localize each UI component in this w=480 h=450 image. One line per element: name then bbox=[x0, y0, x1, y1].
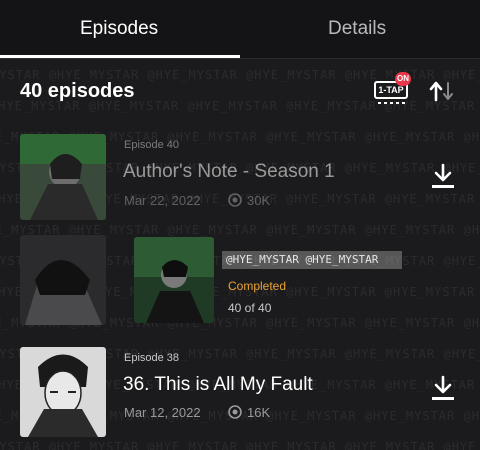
watermark-overlay: @HYE_MYSTAR @HYE_MYSTAR bbox=[222, 251, 402, 269]
episode-date: Mar 22, 2022 bbox=[124, 193, 201, 208]
one-tap-dots bbox=[378, 102, 408, 104]
tab-details[interactable]: Details bbox=[328, 18, 386, 40]
views-icon bbox=[228, 193, 242, 207]
episode-thumbnail bbox=[20, 347, 106, 437]
episode-number: Episode 40 bbox=[124, 139, 180, 151]
episode-title: Author's Note - Season 1 bbox=[123, 161, 335, 182]
episode-count: 40 episodes bbox=[20, 80, 135, 102]
watermark-text: @HYE_MYSTAR @HYE_MYSTAR @HYE_MYSTAR @HYE… bbox=[0, 440, 480, 450]
episode-thumbnail bbox=[20, 134, 106, 220]
episode-views: 30K bbox=[247, 193, 271, 208]
divider bbox=[0, 58, 480, 59]
episode-progress: 40 of 40 bbox=[228, 301, 272, 315]
tab-bar: Episodes Details bbox=[0, 0, 480, 58]
download-icon[interactable] bbox=[430, 162, 456, 190]
episode-title: 36. This is All My Fault bbox=[123, 374, 313, 395]
cover-art bbox=[134, 237, 214, 323]
on-badge: ON bbox=[395, 72, 411, 86]
episode-views: 16K bbox=[247, 405, 271, 420]
views-icon bbox=[228, 405, 242, 419]
download-icon[interactable] bbox=[430, 374, 456, 402]
sort-arrows-icon[interactable] bbox=[428, 80, 456, 102]
banner-thumbnail bbox=[20, 235, 106, 325]
completed-status: Completed bbox=[228, 279, 287, 293]
episode-number: Episode 38 bbox=[124, 352, 180, 364]
episode-date: Mar 12, 2022 bbox=[124, 405, 201, 420]
tab-episodes[interactable]: Episodes bbox=[80, 18, 158, 40]
